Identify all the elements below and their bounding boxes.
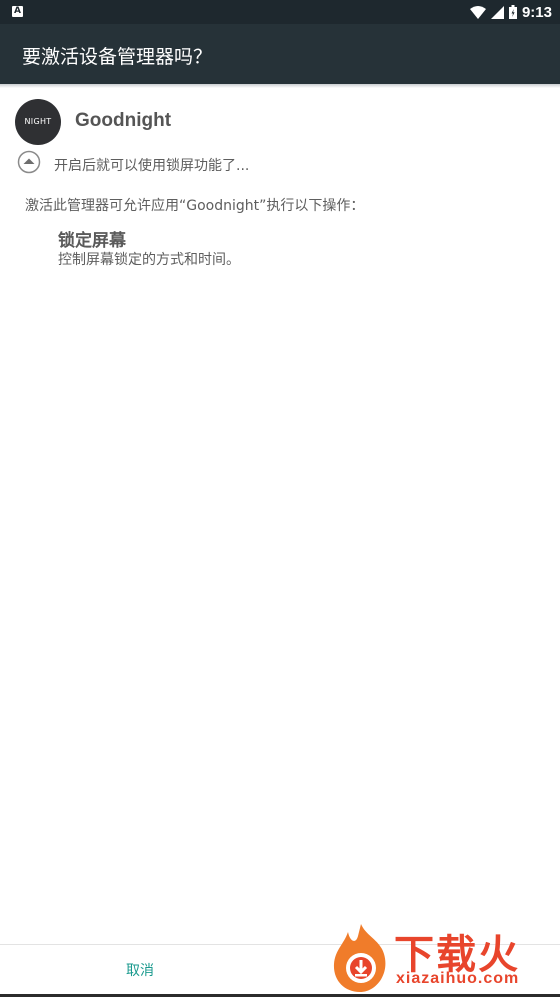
notification-a-icon: A	[12, 6, 23, 17]
battery-icon	[508, 5, 517, 19]
app-description: 开启后就可以使用锁屏功能了...	[54, 158, 250, 174]
dialog-title: 要激活设备管理器吗？	[22, 46, 213, 68]
signal-icon	[490, 5, 504, 19]
permission-intro: 激活此管理器可允许应用“Goodnight”执行以下操作：	[25, 198, 365, 214]
collapse-description-icon[interactable]	[17, 150, 41, 174]
cancel-button[interactable]: 取消	[0, 945, 280, 998]
header-shadow	[0, 84, 560, 88]
status-icons: 9:13	[469, 0, 552, 24]
app-name: Goodnight	[75, 110, 172, 131]
app-icon: NIGHT	[15, 99, 61, 145]
policy-description: 控制屏幕锁定的方式和时间。	[58, 252, 240, 268]
flame-logo-icon	[333, 924, 386, 992]
wifi-icon	[469, 5, 486, 19]
policy-title: 锁定屏幕	[58, 231, 126, 251]
watermark-url: xiazaihuo.com	[396, 970, 520, 987]
status-bar: A 9:13	[0, 0, 560, 24]
watermark: 下载火 xiazaihuo.com	[330, 920, 558, 997]
clock: 9:13	[521, 3, 552, 21]
dialog-header: 要激活设备管理器吗？	[0, 24, 560, 84]
